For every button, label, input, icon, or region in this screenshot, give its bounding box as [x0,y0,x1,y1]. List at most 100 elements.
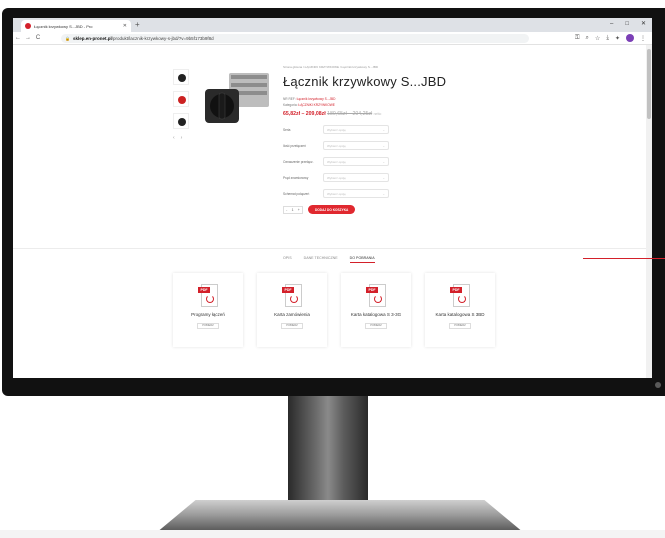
web-page: ‹ › Strona główna / ŁĄCZNIKI KRZYWKOWE /… [13,45,652,378]
product-main-image[interactable] [199,65,273,143]
downloads-list: PDF Programy łączeń POBIERZ PDF Karta za… [173,273,495,347]
option-row: Oznaczenie przełącz. Wybierz opcję ⌄ [283,157,503,166]
zoom-icon[interactable]: ⌕ [586,35,589,42]
quantity-stepper[interactable]: - 1 + [283,205,303,214]
chevron-down-icon: ⌄ [382,175,385,180]
monitor-screen: Łącznik krzywkowy S...JBD - Pro ✕ + – □ … [13,18,652,378]
menu-kebab-icon[interactable]: ⋮ [640,35,646,42]
option-label: Prąd znamionowy [283,175,309,180]
extension-icons: ⚿ ⌕ ☆ ⤓ ✦ ⋮ [575,34,646,42]
product-sku: NR REF: Łącznik krzywkowy S...JBD [283,97,503,101]
pdf-badge: PDF [282,287,294,293]
browser-tabbar: Łącznik krzywkowy S...JBD - Pro ✕ + – □ … [13,18,652,32]
option-label: Ilość przełączeń [283,143,306,148]
option-placeholder: Wybierz opcję [327,127,346,132]
scrollbar-thumb[interactable] [647,49,651,119]
option-select[interactable]: Wybierz opcję ⌄ [323,173,389,182]
browser-tab[interactable]: Łącznik krzywkowy S...JBD - Pro ✕ [21,20,131,32]
qty-value[interactable]: 1 [292,208,294,212]
pdf-icon: PDF [198,283,218,307]
chevron-right-icon[interactable]: › [181,135,183,141]
monitor-stand-neck [288,396,368,508]
download-card: PDF Programy łączeń POBIERZ [173,273,243,347]
download-button[interactable]: POBIERZ [281,322,303,329]
download-button[interactable]: POBIERZ [197,322,219,329]
price-net-label: netto [373,112,382,116]
download-card: PDF Karta zamówienia POBIERZ [257,273,327,347]
qty-plus-button[interactable]: + [298,208,300,212]
download-button[interactable]: POBIERZ [449,322,471,329]
product-title: Łącznik krzywkowy S...JBD [283,74,447,89]
option-select[interactable]: Wybierz opcję ⌄ [323,125,389,134]
back-button[interactable]: ← [13,35,23,41]
option-select[interactable]: Wybierz opcję ⌄ [323,189,389,198]
page-scrollbar[interactable] [646,45,652,378]
switch-knob-icon [178,118,186,126]
window-controls: – □ ✕ [610,19,646,30]
download-card: PDF Karta katalogowa S 3BD POBIERZ [425,273,495,347]
pdf-icon: PDF [450,283,470,307]
lock-icon: 🔒 [65,36,70,41]
photo-scene: Łącznik krzywkowy S...JBD - Pro ✕ + – □ … [0,0,665,538]
tab-technical-data[interactable]: DANE TECHNICZNE [304,256,338,263]
add-to-cart-row: - 1 + DODAJ DO KOSZYKA [283,205,503,214]
option-placeholder: Wybierz opcję [327,143,346,148]
switch-contacts [231,83,267,87]
sku-label: NR REF: [283,97,296,101]
chevron-left-icon[interactable]: ‹ [173,135,175,141]
maximize-button[interactable]: □ [625,19,629,30]
tab-title: Łącznik krzywkowy S...JBD - Pro [34,23,93,29]
star-icon[interactable]: ☆ [595,35,600,42]
monitor-power-led [655,382,661,388]
profile-avatar[interactable] [626,34,634,42]
pdf-badge: PDF [198,287,210,293]
pdf-badge: PDF [450,287,462,293]
thumbnail-arrows: ‹ › [173,135,191,141]
download-name: Programy łączeń [191,312,225,317]
forward-button[interactable]: → [23,35,33,41]
reload-button[interactable]: C [33,35,43,41]
product-summary: Strona główna / ŁĄCZNIKI KRZYWKOWE / Łąc… [283,65,503,214]
add-to-cart-button[interactable]: DODAJ DO KOSZYKA [308,205,356,214]
product-category: Kategoria: ŁĄCZNIKI KRZYWKOWE [283,103,503,107]
section-divider [13,248,646,249]
url-host: sklep.en-pronet.pl [72,36,112,41]
option-placeholder: Wybierz opcję [327,191,346,196]
breadcrumb[interactable]: Strona główna / ŁĄCZNIKI KRZYWKOWE / Łąc… [283,65,503,69]
switch-knob-icon [178,96,186,104]
sku-value: Łącznik krzywkowy S...JBD [296,97,336,101]
extension-icon[interactable]: ✦ [615,35,620,42]
download-name: Karta katalogowa S 3-3G [350,312,402,317]
thumbnail-2[interactable] [173,91,189,107]
tab-description[interactable]: OPIS [283,256,292,263]
url-text: sklep.en-pronet.pl/produkt/lacznik-krzyw… [73,36,214,41]
option-select[interactable]: Wybierz opcję ⌄ [323,157,389,166]
option-placeholder: Wybierz opcję [327,159,346,164]
thumbnail-3[interactable] [173,113,189,129]
option-select[interactable]: Wybierz opcję ⌄ [323,141,389,150]
key-icon[interactable]: ⚿ [575,35,580,42]
tab-close-icon[interactable]: ✕ [123,23,127,29]
download-icon[interactable]: ⤓ [606,35,609,42]
product-price: 65,82zł – 209,08zł 180,65zł – 204,25zł n… [283,111,503,117]
option-row: Prąd znamionowy Wybierz opcję ⌄ [283,173,503,182]
tab-downloads[interactable]: DO POBRANIA [349,256,375,263]
download-card: PDF Karta katalogowa S 3-3G POBIERZ [341,273,411,347]
thumbnail-1[interactable] [173,69,189,85]
download-name: Karta zamówienia [274,312,310,317]
close-window-button[interactable]: ✕ [641,19,646,30]
address-bar[interactable]: 🔒 sklep.en-pronet.pl/produkt/lacznik-krz… [61,34,529,43]
category-link[interactable]: ŁĄCZNIKI KRZYWKOWE [298,103,334,107]
product-tabs: OPIS DANE TECHNICZNE DO POBRANIA [283,256,375,263]
option-row: Schemat połączeń Wybierz opcję ⌄ [283,189,503,198]
category-label: Kategoria: [283,103,298,107]
new-tab-button[interactable]: + [135,20,140,30]
switch-handle [218,92,226,120]
favicon-icon [25,23,31,29]
option-label: Schemat połączeń [283,191,310,196]
qty-minus-button[interactable]: - [286,208,287,212]
browser-toolbar: ← → C 🔒 sklep.en-pronet.pl/produkt/laczn… [13,32,652,45]
product-thumbnails: ‹ › [173,69,191,141]
minimize-button[interactable]: – [610,19,613,30]
download-button[interactable]: POBIERZ [365,322,387,329]
